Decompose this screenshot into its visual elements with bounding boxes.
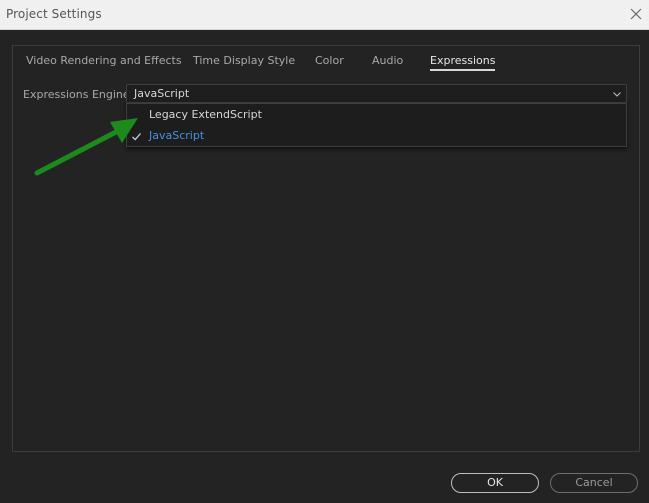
close-icon <box>630 8 642 20</box>
option-label: Legacy ExtendScript <box>149 108 262 121</box>
settings-panel: Video Rendering and Effects Time Display… <box>12 45 640 452</box>
option-legacy-extendscript[interactable]: Legacy ExtendScript <box>127 105 626 126</box>
close-button[interactable] <box>627 5 645 23</box>
checkmark-icon <box>132 133 141 141</box>
chevron-down-icon <box>613 92 621 97</box>
expressions-engine-dropdown: Legacy ExtendScript JavaScript <box>126 103 627 147</box>
tab-bar: Video Rendering and Effects Time Display… <box>13 46 639 76</box>
window-title: Project Settings <box>6 7 102 21</box>
option-label: JavaScript <box>149 129 205 142</box>
ok-button[interactable]: OK <box>451 473 539 493</box>
tab-expressions[interactable]: Expressions <box>430 54 496 71</box>
title-bar: Project Settings <box>0 0 649 30</box>
expressions-engine-value: JavaScript <box>134 87 190 100</box>
expressions-engine-label: Expressions Engine: <box>23 88 134 101</box>
tab-time-display-style[interactable]: Time Display Style <box>193 54 295 67</box>
cancel-button[interactable]: Cancel <box>550 473 638 493</box>
option-javascript[interactable]: JavaScript <box>127 126 626 147</box>
expressions-engine-select[interactable]: JavaScript <box>126 84 627 103</box>
tab-video-rendering[interactable]: Video Rendering and Effects <box>26 54 182 67</box>
tab-audio[interactable]: Audio <box>372 54 403 67</box>
tab-color[interactable]: Color <box>315 54 344 67</box>
